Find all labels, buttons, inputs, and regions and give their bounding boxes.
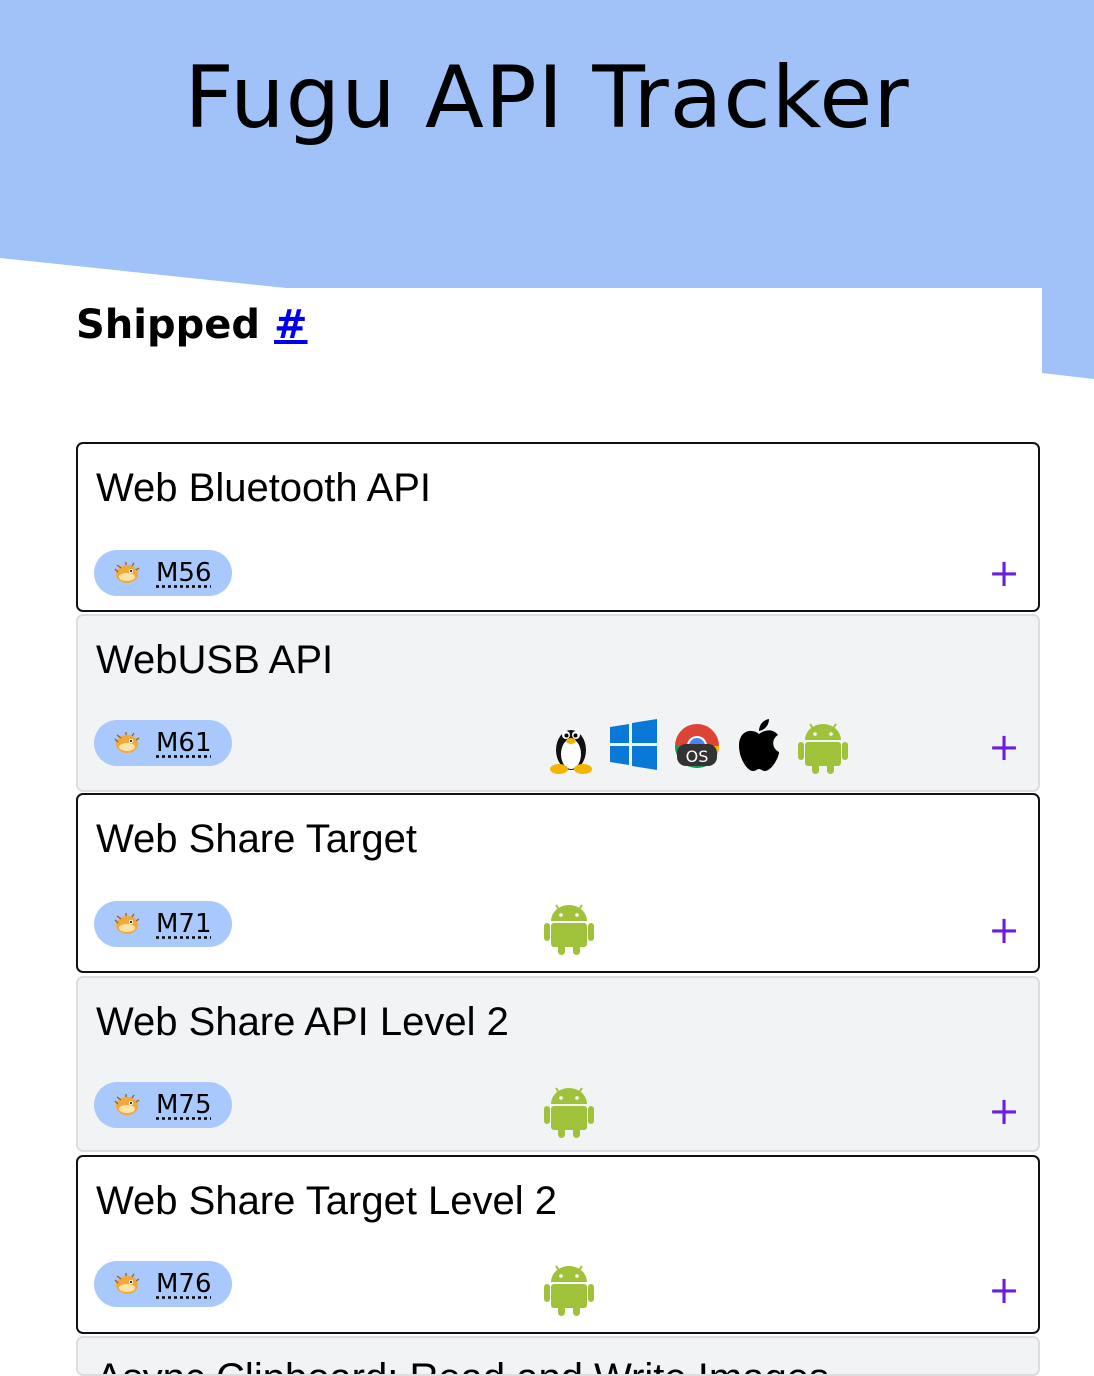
api-name: Web Bluetooth API [96, 466, 432, 510]
pufferfish-icon [114, 1273, 140, 1294]
pufferfish-icon [114, 1094, 140, 1115]
api-card: WebUSB API M61 OS + [76, 614, 1040, 792]
milestone-label: M76 [156, 1269, 212, 1299]
milestone-badge[interactable]: M75 [94, 1082, 232, 1128]
chromeos-icon: OS [675, 724, 719, 768]
apple-icon [739, 719, 779, 771]
milestone-label: M61 [156, 728, 212, 758]
api-card: Web Share Target Level 2 M76 + [76, 1155, 1040, 1334]
milestone-badge[interactable]: M71 [94, 901, 232, 947]
section-anchor-link[interactable]: # [274, 302, 308, 348]
section-title: Shipped [76, 302, 261, 348]
api-name: WebUSB API [96, 638, 334, 682]
page-title: Fugu API Tracker [184, 48, 910, 148]
linux-icon [550, 730, 592, 774]
expand-button[interactable]: + [988, 1271, 1020, 1309]
pufferfish-icon [114, 732, 140, 753]
svg-text:OS: OS [686, 747, 709, 766]
api-card: Web Bluetooth API M56 + [76, 442, 1040, 612]
api-name: Web Share API Level 2 [96, 1000, 509, 1044]
milestone-label: M75 [156, 1090, 212, 1120]
milestone-badge[interactable]: M61 [94, 720, 232, 766]
android-icon [544, 904, 594, 955]
expand-button[interactable]: + [988, 911, 1020, 949]
android-icon [544, 1087, 594, 1138]
api-card: Web Share API Level 2 M75 + [76, 976, 1040, 1152]
api-name: Web Share Target [96, 817, 417, 861]
section-heading: Shipped # [76, 302, 308, 348]
milestone-label: M71 [156, 909, 212, 939]
android-icon [544, 1265, 594, 1316]
milestone-badge[interactable]: M56 [94, 550, 232, 596]
expand-button[interactable]: + [988, 728, 1020, 766]
pufferfish-icon [114, 913, 140, 934]
milestone-label: M56 [156, 558, 212, 588]
api-card: Async Clipboard: Read and Write Images [76, 1336, 1040, 1376]
api-name: Async Clipboard: Read and Write Images [96, 1356, 829, 1374]
expand-button[interactable]: + [988, 554, 1020, 592]
expand-button[interactable]: + [988, 1092, 1020, 1130]
android-icon [798, 723, 848, 774]
milestone-badge[interactable]: M76 [94, 1261, 232, 1307]
windows-icon [610, 719, 657, 770]
api-name: Web Share Target Level 2 [96, 1179, 558, 1223]
pufferfish-icon [114, 562, 140, 583]
api-card: Web Share Target M71 + [76, 793, 1040, 973]
